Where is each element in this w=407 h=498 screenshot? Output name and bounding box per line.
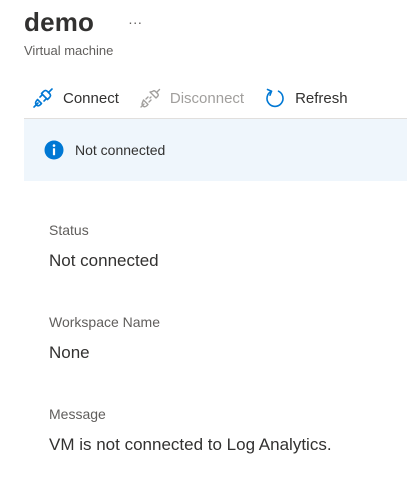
status-field: Status Not connected: [49, 222, 159, 271]
status-value: Not connected: [49, 251, 159, 270]
banner-text: Not connected: [75, 142, 166, 158]
connect-button[interactable]: Connect: [32, 87, 119, 109]
refresh-button[interactable]: Refresh: [264, 87, 348, 109]
workspace-name-value: None: [49, 343, 90, 362]
title-row: demo ···: [24, 4, 407, 40]
refresh-icon: [264, 87, 286, 109]
message-value: VM is not connected to Log Analytics.: [49, 435, 332, 454]
status-banner: Not connected: [24, 119, 407, 181]
status-label: Status: [49, 222, 89, 238]
disconnect-label: Disconnect: [169, 89, 245, 107]
page-title: demo: [24, 6, 95, 37]
command-bar: Connect Disconnect Refresh: [32, 84, 368, 112]
info-icon: [44, 140, 64, 160]
connect-label: Connect: [63, 89, 119, 107]
plug-disconnect-icon: [139, 87, 161, 109]
message-field: Message VM is not connected to Log Analy…: [49, 406, 332, 455]
plug-connect-icon: [32, 87, 54, 109]
refresh-label: Refresh: [295, 89, 348, 107]
workspace-field: Workspace Name None: [49, 314, 160, 363]
workspace-name-label: Workspace Name: [49, 314, 161, 330]
page-subtitle: Virtual machine: [24, 43, 114, 58]
disconnect-button[interactable]: Disconnect: [139, 87, 244, 109]
page-header: demo ··· Virtual machine: [24, 4, 407, 59]
message-label: Message: [49, 406, 106, 422]
more-actions-button[interactable]: ···: [124, 14, 146, 30]
